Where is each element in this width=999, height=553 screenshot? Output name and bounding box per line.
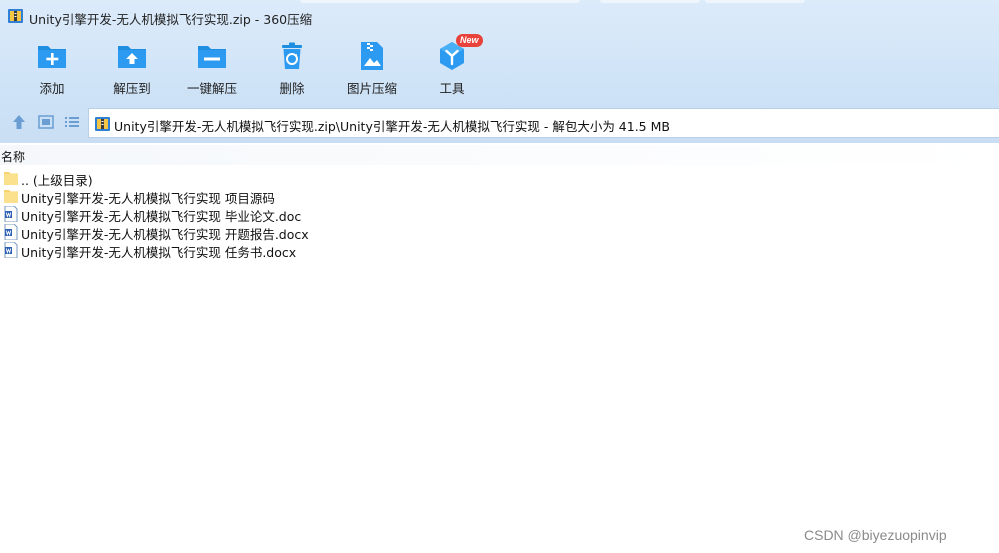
new-badge: New <box>456 34 483 47</box>
title-bar-highlight <box>300 0 580 3</box>
file-name: Unity引擎开发-无人机模拟飞行实现 任务书.docx <box>21 245 297 260</box>
extract-to-button[interactable]: 解压到 <box>92 40 172 96</box>
tools-button[interactable]: New 工具 <box>412 34 492 96</box>
recycle-bin-icon <box>282 42 302 69</box>
add-folder-icon <box>38 46 66 68</box>
tools-button-label: 工具 <box>439 81 465 96</box>
list-view-icon[interactable] <box>63 113 81 131</box>
column-header-label: 名称 <box>1 150 26 164</box>
file-list: .. (上级目录) Unity引擎开发-无人机模拟飞行实现 项目源码 Unity… <box>0 169 600 260</box>
title-bar[interactable]: Unity引擎开发-无人机模拟飞行实现.zip - 360压缩 <box>0 0 999 32</box>
folder-icon <box>4 190 18 203</box>
archive-app-icon <box>8 9 23 23</box>
title-bar-highlight <box>705 0 805 3</box>
image-compress-icon <box>361 42 383 70</box>
address-bar: Unity引擎开发-无人机模拟飞行实现.zip\Unity引擎开发-无人机模拟飞… <box>0 104 999 140</box>
thumbnail-view-icon[interactable] <box>37 113 55 131</box>
up-level-icon[interactable] <box>10 113 28 131</box>
extract-to-icon <box>118 46 146 68</box>
column-header-name[interactable]: 名称 <box>0 145 999 165</box>
delete-button-label: 删除 <box>279 81 305 96</box>
window-chrome: Unity引擎开发-无人机模拟飞行实现.zip - 360压缩 添加 解压到 一… <box>0 0 999 143</box>
image-compress-button[interactable]: 图片压缩 <box>332 40 412 96</box>
list-item[interactable]: .. (上级目录) <box>0 169 600 188</box>
word-doc-icon <box>4 206 18 222</box>
add-button[interactable]: 添加 <box>12 40 92 96</box>
list-item[interactable]: Unity引擎开发-无人机模拟飞行实现 项目源码 <box>0 187 600 206</box>
one-click-extract-button[interactable]: 一键解压 <box>172 40 252 96</box>
add-button-label: 添加 <box>39 81 65 96</box>
archive-file-icon <box>95 117 110 131</box>
word-docx-icon <box>4 242 18 258</box>
title-bar-highlight <box>600 0 700 3</box>
watermark: CSDN @biyezuopinvip <box>804 527 947 543</box>
toolbar: 添加 解压到 一键解压 删除 图片压缩 New 工具 <box>0 34 999 96</box>
list-item[interactable]: Unity引擎开发-无人机模拟飞行实现 毕业论文.doc <box>0 205 600 224</box>
path-field[interactable]: Unity引擎开发-无人机模拟飞行实现.zip\Unity引擎开发-无人机模拟飞… <box>88 108 999 138</box>
path-text: Unity引擎开发-无人机模拟飞行实现.zip\Unity引擎开发-无人机模拟飞… <box>114 119 670 134</box>
one-click-extract-button-label: 一键解压 <box>186 81 237 96</box>
extract-to-button-label: 解压到 <box>113 81 151 96</box>
window-title: Unity引擎开发-无人机模拟飞行实现.zip - 360压缩 <box>29 12 313 27</box>
word-docx-icon <box>4 224 18 240</box>
one-click-extract-icon <box>198 46 226 68</box>
folder-icon <box>4 172 18 185</box>
list-item[interactable]: Unity引擎开发-无人机模拟飞行实现 开题报告.docx <box>0 223 600 242</box>
image-compress-button-label: 图片压缩 <box>346 81 397 96</box>
list-item[interactable]: Unity引擎开发-无人机模拟飞行实现 任务书.docx <box>0 241 600 260</box>
delete-button[interactable]: 删除 <box>252 40 332 96</box>
